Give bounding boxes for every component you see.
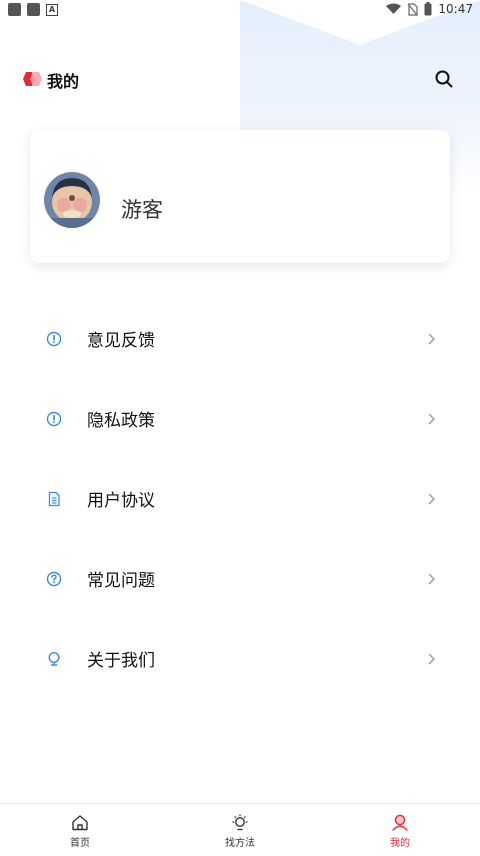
chevron-right-icon	[428, 493, 435, 505]
status-time: 10:47	[438, 2, 473, 16]
no-sim-icon	[407, 2, 419, 16]
profile-card[interactable]: 游客	[30, 130, 450, 263]
avatar-image	[44, 172, 100, 228]
settings-menu: 意见反馈 隐私政策 用户协议 常见问题 关于我们	[0, 299, 480, 699]
chevron-right-icon	[428, 413, 435, 425]
menu-item-label: 常见问题	[87, 571, 155, 591]
wifi-icon	[386, 3, 402, 14]
notification-icon	[8, 3, 21, 16]
notification-icon	[27, 3, 40, 16]
page-header: 我的	[0, 60, 480, 100]
menu-item-label: 意见反馈	[87, 331, 155, 351]
tab-mine[interactable]: 我的	[360, 804, 440, 856]
menu-item-faq[interactable]: 常见问题	[0, 539, 480, 619]
bottom-tab-bar: 首页 找方法 我的	[0, 803, 480, 856]
page-title: 我的	[47, 72, 80, 91]
chevron-right-icon	[428, 573, 435, 585]
info-circle-icon	[46, 331, 62, 347]
avatar[interactable]	[44, 172, 100, 228]
app-logo-icon	[23, 72, 42, 86]
search-icon[interactable]	[433, 68, 455, 90]
status-bar: A 10:47	[0, 0, 480, 22]
home-icon	[72, 815, 88, 831]
tab-label: 找方法	[225, 838, 255, 849]
menu-item-label: 关于我们	[87, 651, 155, 671]
tab-label: 首页	[70, 838, 90, 849]
menu-item-about-us[interactable]: 关于我们	[0, 619, 480, 699]
info-circle-icon	[46, 411, 62, 427]
menu-item-label: 用户协议	[87, 491, 155, 511]
chevron-right-icon	[428, 333, 435, 345]
tab-home[interactable]: 首页	[40, 804, 120, 856]
font-a-icon: A	[46, 3, 58, 16]
menu-item-privacy-policy[interactable]: 隐私政策	[0, 379, 480, 459]
menu-item-feedback[interactable]: 意见反馈	[0, 299, 480, 379]
username: 游客	[121, 198, 163, 222]
lightbulb-icon	[232, 814, 248, 831]
chevron-right-icon	[428, 653, 435, 665]
question-circle-icon	[46, 571, 62, 587]
profile-icon	[392, 814, 408, 831]
document-icon	[48, 491, 60, 507]
tab-label: 我的	[390, 838, 410, 849]
bulb-icon	[48, 651, 60, 666]
menu-item-user-agreement[interactable]: 用户协议	[0, 459, 480, 539]
battery-icon	[424, 2, 432, 16]
menu-item-label: 隐私政策	[87, 411, 155, 431]
tab-find-method[interactable]: 找方法	[200, 804, 280, 856]
